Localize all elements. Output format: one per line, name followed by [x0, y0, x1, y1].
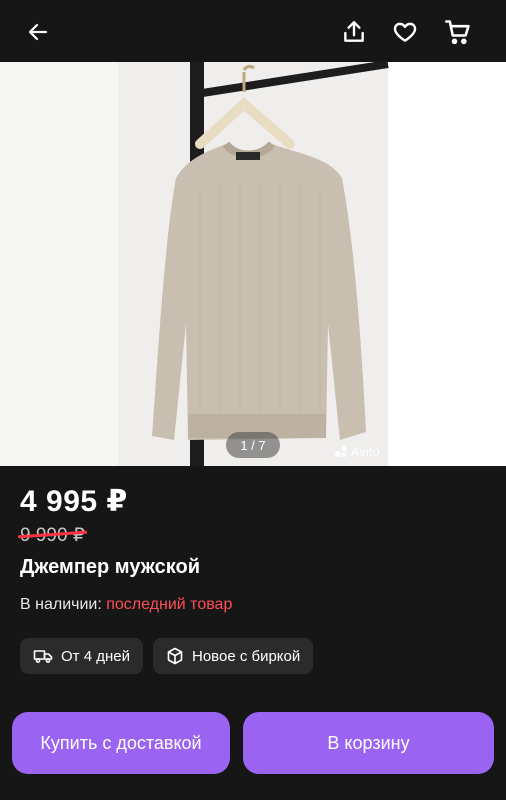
avito-logo-icon — [335, 445, 347, 457]
heart-icon — [393, 22, 417, 42]
current-price: 4 995 ₽ — [20, 485, 128, 518]
favorite-button[interactable] — [385, 12, 425, 52]
cart-button[interactable] — [438, 12, 478, 52]
condition-chip-label: Новое с биркой — [192, 647, 301, 665]
buy-with-delivery-button[interactable]: Купить с доставкой — [12, 712, 230, 774]
product-title: Джемпер мужской — [20, 556, 200, 578]
condition-chip[interactable]: Новое с биркой — [153, 638, 314, 674]
avito-watermark: Avito — [334, 444, 380, 459]
arrow-left-icon — [28, 23, 48, 41]
cart-icon — [445, 20, 470, 45]
delivery-chip[interactable]: От 4 дней — [20, 638, 143, 674]
stock-value: последний товар — [106, 596, 233, 613]
add-to-cart-button[interactable]: В корзину — [243, 712, 494, 774]
stock-status: В наличии: последний товар — [20, 596, 232, 614]
box-icon — [167, 647, 183, 665]
photo-counter: 1 / 7 — [226, 432, 280, 458]
product-gallery[interactable]: 1 / 7 Avito — [0, 62, 506, 466]
share-button[interactable] — [334, 12, 374, 52]
truck-icon — [33, 650, 53, 663]
watermark-text: Avito — [351, 444, 380, 459]
share-icon — [344, 21, 364, 42]
sweater-photo — [152, 62, 389, 466]
top-bar — [0, 0, 506, 64]
back-button[interactable] — [18, 12, 58, 52]
delivery-chip-label: От 4 дней — [61, 647, 130, 665]
old-price: 9 990 ₽ — [17, 524, 87, 547]
stock-label: В наличии: — [20, 596, 102, 613]
